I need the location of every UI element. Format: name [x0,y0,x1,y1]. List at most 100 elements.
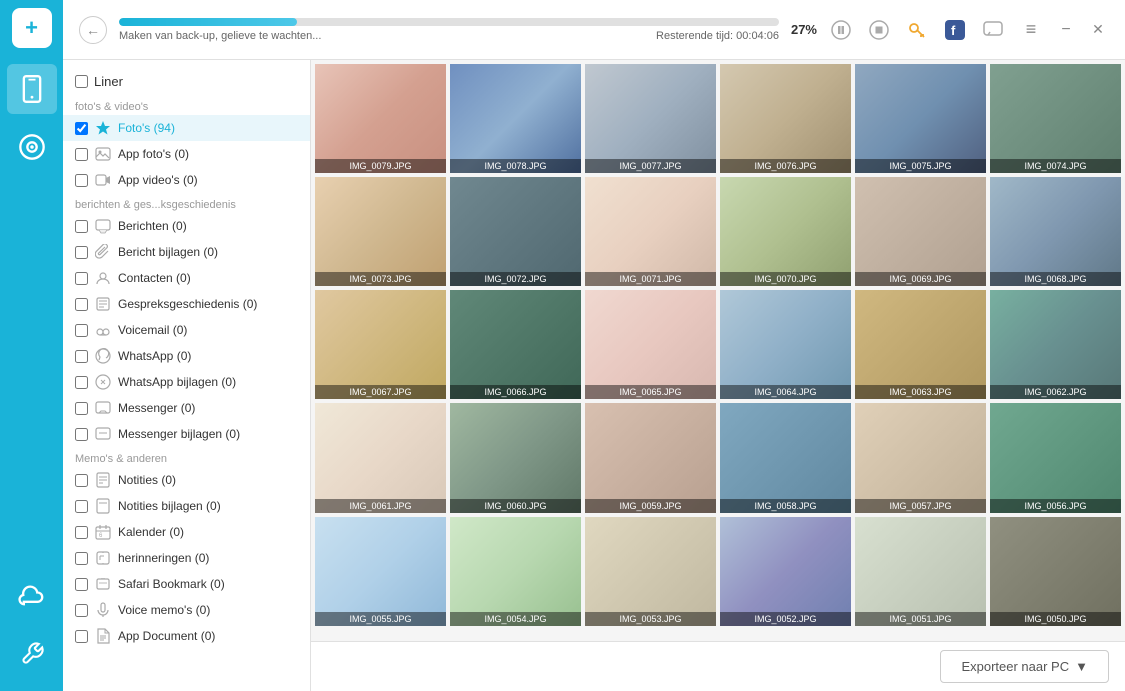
photo-icon [94,145,112,163]
photo-cell[interactable]: IMG_0057.JPG [855,403,986,512]
messenger-checkbox[interactable] [75,402,88,415]
whatsappbijlagen-checkbox[interactable] [75,376,88,389]
facebook-icon[interactable]: f [941,16,969,44]
voicememos-checkbox[interactable] [75,604,88,617]
photo-cell[interactable]: IMG_0070.JPG [720,177,851,286]
berichten-checkbox[interactable] [75,220,88,233]
notitiesbijlagen-checkbox[interactable] [75,500,88,513]
safari-checkbox[interactable] [75,578,88,591]
tree-item-fotos[interactable]: Foto's (94) [63,115,310,141]
photo-cell[interactable]: IMG_0076.JPG [720,64,851,173]
photo-cell[interactable]: IMG_0079.JPG [315,64,446,173]
messengerbijlagen-checkbox[interactable] [75,428,88,441]
tree-item-notitiesbijlagen[interactable]: Notities bijlagen (0) [63,493,310,519]
voicemail-checkbox[interactable] [75,324,88,337]
photo-cell[interactable]: IMG_0068.JPG [990,177,1121,286]
photo-cell[interactable]: IMG_0075.JPG [855,64,986,173]
photo-cell[interactable]: IMG_0055.JPG [315,517,446,626]
top-icons: 27% f ≡ − ✕ [791,16,1109,44]
nav-music[interactable] [7,122,57,172]
photo-cell[interactable]: IMG_0060.JPG [450,403,581,512]
photo-cell[interactable]: IMG_0054.JPG [450,517,581,626]
messengerbijlagen-label: Messenger bijlagen (0) [118,427,240,441]
photo-cell[interactable]: IMG_0069.JPG [855,177,986,286]
tree-item-appfotos[interactable]: App foto's (0) [63,141,310,167]
photo-cell[interactable]: IMG_0067.JPG [315,290,446,399]
photo-label: IMG_0075.JPG [855,159,986,173]
photo-cell[interactable]: IMG_0065.JPG [585,290,716,399]
nav-phone[interactable] [7,64,57,114]
liner-checkbox[interactable] [75,75,88,88]
photo-label: IMG_0055.JPG [315,612,446,626]
photo-cell[interactable]: IMG_0064.JPG [720,290,851,399]
tree-item-herinneringen[interactable]: herinneringen (0) [63,545,310,571]
photo-cell[interactable]: IMG_0077.JPG [585,64,716,173]
photo-cell[interactable]: IMG_0074.JPG [990,64,1121,173]
appdocument-checkbox[interactable] [75,630,88,643]
gesprek-checkbox[interactable] [75,298,88,311]
notities-label: Notities (0) [118,473,176,487]
tree-item-messenger[interactable]: Messenger (0) [63,395,310,421]
photo-cell[interactable]: IMG_0056.JPG [990,403,1121,512]
message-icon [94,217,112,235]
photo-cell[interactable]: IMG_0058.JPG [720,403,851,512]
appfotos-label: App foto's (0) [118,147,189,161]
photo-cell[interactable]: IMG_0053.JPG [585,517,716,626]
tree-item-whatsapp[interactable]: WhatsApp (0) [63,343,310,369]
svg-text:6: 6 [99,533,103,539]
reminder-icon [94,549,112,567]
tree-item-voicememos[interactable]: Voice memo's (0) [63,597,310,623]
appvideos-checkbox[interactable] [75,174,88,187]
photo-cell[interactable]: IMG_0073.JPG [315,177,446,286]
sidebar-nav: + [0,0,63,691]
tree-item-berichtbijlagen[interactable]: Bericht bijlagen (0) [63,239,310,265]
tree-item-safari[interactable]: Safari Bookmark (0) [63,571,310,597]
photo-cell[interactable]: IMG_0050.JPG [990,517,1121,626]
nav-tools[interactable] [7,629,57,679]
tree-item-kalender[interactable]: 6 Kalender (0) [63,519,310,545]
progress-percent: 27% [791,22,817,37]
photo-cell[interactable]: IMG_0051.JPG [855,517,986,626]
photo-cell[interactable]: IMG_0061.JPG [315,403,446,512]
tree-item-contacten[interactable]: Contacten (0) [63,265,310,291]
photo-cell[interactable]: IMG_0059.JPG [585,403,716,512]
photo-cell[interactable]: IMG_0072.JPG [450,177,581,286]
tree-item-messengerbijlagen[interactable]: Messenger bijlagen (0) [63,421,310,447]
tree-item-voicemail[interactable]: Voicemail (0) [63,317,310,343]
kalender-checkbox[interactable] [75,526,88,539]
photo-label: IMG_0060.JPG [450,499,581,513]
back-button[interactable]: ← [79,16,107,44]
notities-checkbox[interactable] [75,474,88,487]
close-button[interactable]: ✕ [1087,19,1109,41]
stop-button[interactable] [865,16,893,44]
berichtbijlagen-checkbox[interactable] [75,246,88,259]
photo-cell[interactable]: IMG_0052.JPG [720,517,851,626]
whatsapp-checkbox[interactable] [75,350,88,363]
appfotos-checkbox[interactable] [75,148,88,161]
menu-icon[interactable]: ≡ [1017,16,1045,44]
contacten-checkbox[interactable] [75,272,88,285]
chat-icon[interactable] [979,16,1007,44]
tree-item-gesprek[interactable]: Gespreksgeschiedenis (0) [63,291,310,317]
photo-label: IMG_0052.JPG [720,612,851,626]
photo-cell[interactable]: IMG_0078.JPG [450,64,581,173]
tree-item-notities[interactable]: Notities (0) [63,467,310,493]
nav-cloud[interactable] [7,571,57,621]
tree-item-berichten[interactable]: Berichten (0) [63,213,310,239]
fotos-checkbox[interactable] [75,122,88,135]
photo-cell[interactable]: IMG_0071.JPG [585,177,716,286]
chevron-down-icon: ▼ [1075,659,1088,674]
app-logo: + [12,8,52,48]
key-icon[interactable] [903,16,931,44]
minimize-button[interactable]: − [1055,19,1077,41]
tree-item-appvideos[interactable]: App video's (0) [63,167,310,193]
left-panel: Liner foto's & video's Foto's (94) App f… [63,60,311,691]
photo-cell[interactable]: IMG_0062.JPG [990,290,1121,399]
photo-cell[interactable]: IMG_0066.JPG [450,290,581,399]
tree-item-appdocument[interactable]: App Document (0) [63,623,310,649]
tree-item-whatsappbijlagen[interactable]: WhatsApp bijlagen (0) [63,369,310,395]
photo-cell[interactable]: IMG_0063.JPG [855,290,986,399]
herinneringen-checkbox[interactable] [75,552,88,565]
export-button[interactable]: Exporteer naar PC ▼ [940,650,1109,683]
pause-button[interactable] [827,16,855,44]
